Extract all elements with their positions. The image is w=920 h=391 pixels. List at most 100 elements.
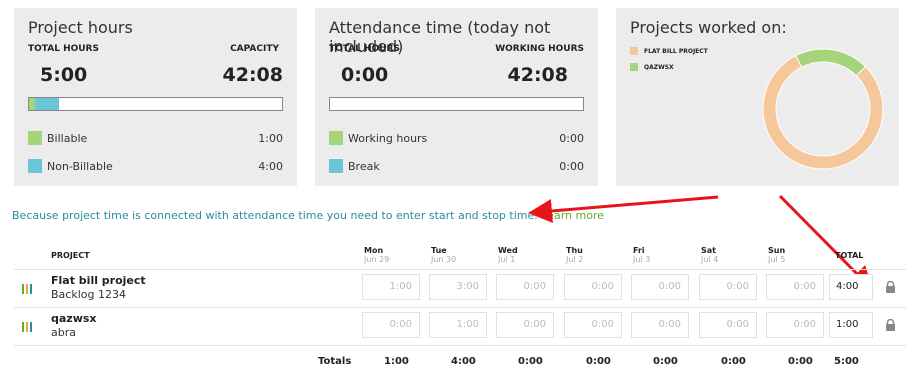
day-name: Mon [364, 246, 384, 255]
project-color-icon [22, 284, 34, 294]
project-name[interactable]: qazwsx [51, 312, 97, 325]
time-input-sat[interactable]: 0:00 [699, 312, 757, 338]
projects-worked-card: Projects worked on: FLAT BILL PROJECT QA… [616, 8, 899, 186]
day-date: Jun 30 [431, 255, 457, 264]
day-header-3: Thu Jul 2 [566, 246, 583, 264]
day-total-wed: 0:00 [518, 356, 543, 367]
pie-legend-flat-bill-label: FLAT BILL PROJECT [644, 47, 708, 55]
row-total: 1:00 [829, 312, 873, 338]
pie-legend-qazwsx-label: QAZWSX [644, 63, 674, 71]
qazwsx-swatch [630, 63, 638, 71]
legend-non-billable: Non-Billable [28, 159, 113, 173]
legend-working-hours-value: 0:00 [559, 132, 584, 145]
day-date: Jul 2 [566, 255, 584, 264]
day-name: Sun [768, 246, 786, 255]
pie-legend-qazwsx: QAZWSX [630, 63, 674, 71]
day-total-tue: 4:00 [451, 356, 476, 367]
legend-break-label: Break [348, 159, 380, 173]
time-input-sun[interactable]: 0:00 [766, 274, 824, 300]
legend-billable-label: Billable [47, 131, 88, 145]
time-input-thu[interactable]: 0:00 [564, 274, 622, 300]
totals-label: Totals [318, 356, 352, 367]
time-input-thu[interactable]: 0:00 [564, 312, 622, 338]
capacity-value: 42:08 [222, 64, 283, 86]
day-header-4: Fri Jul 3 [633, 246, 650, 264]
day-name: Wed [498, 246, 518, 255]
day-total-mon: 1:00 [384, 356, 409, 367]
time-input-tue[interactable]: 1:00 [429, 312, 487, 338]
non-billable-swatch [28, 159, 42, 173]
grand-total: 5:00 [834, 356, 859, 367]
project-hours-progress-bar [28, 97, 283, 111]
capacity-label: CAPACITY [230, 44, 279, 54]
flat-bill-swatch [630, 47, 638, 55]
day-name: Thu [566, 246, 583, 255]
project-color-icon [22, 322, 34, 332]
day-name: Fri [633, 246, 645, 255]
day-date: Jul 3 [633, 255, 651, 264]
day-header-1: Tue Jun 30 [431, 246, 456, 264]
attendance-total-value: 0:00 [341, 64, 389, 86]
time-input-fri[interactable]: 0:00 [631, 274, 689, 300]
attendance-progress-bar [329, 97, 584, 111]
legend-billable-value: 1:00 [258, 132, 283, 145]
total-hours-label: TOTAL HOURS [28, 44, 99, 54]
donut-slice-flat-bill-project [762, 54, 884, 170]
lock-icon[interactable] [885, 281, 896, 293]
project-name[interactable]: Flat bill project [51, 274, 146, 287]
lock-icon[interactable] [885, 319, 896, 331]
time-input-fri[interactable]: 0:00 [631, 312, 689, 338]
total-hours-value: 5:00 [40, 64, 88, 86]
header-divider [14, 269, 906, 270]
row-divider-2 [14, 345, 906, 346]
legend-break-value: 0:00 [559, 160, 584, 173]
project-subtitle: Backlog 1234 [51, 288, 126, 301]
day-date: Jul 1 [498, 255, 516, 264]
info-message: Because project time is connected with a… [12, 209, 604, 222]
projects-worked-title: Projects worked on: [630, 18, 787, 37]
pie-legend-flat-bill: FLAT BILL PROJECT [630, 47, 708, 55]
day-header-6: Sun Jul 5 [768, 246, 785, 264]
donut-slice-qazwsx [795, 48, 867, 77]
day-date: Jul 5 [768, 255, 786, 264]
attendance-card: Attendance time (today not included) TOT… [315, 8, 598, 186]
time-input-mon[interactable]: 0:00 [362, 312, 420, 338]
break-swatch [329, 159, 343, 173]
projects-donut-chart [762, 48, 884, 170]
project-subtitle: abra [51, 326, 76, 339]
day-total-sun: 0:00 [788, 356, 813, 367]
project-hours-card: Project hours TOTAL HOURS CAPACITY 5:00 … [14, 8, 297, 186]
day-name: Tue [431, 246, 447, 255]
day-total-fri: 0:00 [653, 356, 678, 367]
non-billable-segment [35, 98, 60, 110]
project-column-header: PROJECT [51, 251, 90, 260]
working-hours-swatch [329, 131, 343, 145]
row-total: 4:00 [829, 274, 873, 300]
day-name: Sat [701, 246, 716, 255]
working-hours-label: WORKING HOURS [495, 44, 584, 54]
time-input-mon[interactable]: 1:00 [362, 274, 420, 300]
attendance-total-label: TOTAL HOURS [329, 44, 400, 54]
legend-working-hours: Working hours [329, 131, 427, 145]
time-input-sat[interactable]: 0:00 [699, 274, 757, 300]
billable-swatch [28, 131, 42, 145]
row-divider-1 [14, 307, 906, 308]
legend-non-billable-label: Non-Billable [47, 159, 113, 173]
legend-billable: Billable [28, 131, 87, 145]
day-total-sat: 0:00 [721, 356, 746, 367]
learn-more-link[interactable]: Learn more [541, 209, 604, 222]
info-text: Because project time is connected with a… [12, 209, 538, 222]
time-input-sun[interactable]: 0:00 [766, 312, 824, 338]
total-column-header: TOTAL [835, 251, 864, 260]
time-input-wed[interactable]: 0:00 [496, 274, 554, 300]
legend-break: Break [329, 159, 380, 173]
day-date: Jul 4 [701, 255, 719, 264]
day-total-thu: 0:00 [586, 356, 611, 367]
working-hours-value: 42:08 [507, 64, 568, 86]
time-input-wed[interactable]: 0:00 [496, 312, 554, 338]
project-hours-title: Project hours [28, 18, 133, 37]
legend-working-hours-label: Working hours [348, 131, 428, 145]
legend-non-billable-value: 4:00 [258, 160, 283, 173]
day-header-2: Wed Jul 1 [498, 246, 518, 264]
time-input-tue[interactable]: 3:00 [429, 274, 487, 300]
